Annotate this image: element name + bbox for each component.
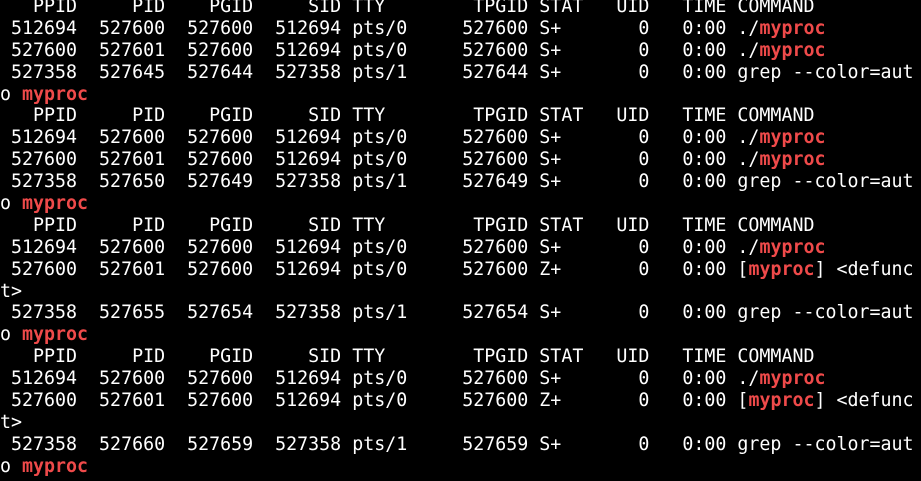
terminal-text: 512694 527600 527600 512694 pts/0 527600… [0,127,760,149]
terminal-text: o [0,193,23,215]
terminal-line: PPID PID PGID SID TTY TPGID STAT UID TIM… [0,215,921,237]
terminal-line: t> [0,412,921,434]
grep-match-highlight: myproc [22,324,89,346]
terminal-line: 527358 527660 527659 527358 pts/1 527659… [0,434,921,456]
terminal-text: 527358 527660 527659 527358 pts/1 527659… [0,433,914,455]
terminal-text: 527600 527601 527600 512694 pts/0 527600… [0,39,760,61]
terminal-line: t> [0,281,921,303]
grep-match-highlight: myproc [759,127,826,149]
terminal-text: ] <defunc [814,390,914,412]
terminal-text: 512694 527600 527600 512694 pts/0 527600… [0,236,760,258]
terminal-line: PPID PID PGID SID TTY TPGID STAT UID TIM… [0,0,921,18]
terminal-line: 527358 527655 527654 527358 pts/1 527654… [0,302,921,324]
terminal-text: t> [0,411,23,433]
grep-match-highlight: myproc [759,368,826,390]
terminal-line: o myproc [0,324,921,346]
terminal-text: o [0,83,23,105]
terminal-text: PPID PID PGID SID TTY TPGID STAT UID TIM… [0,0,815,17]
terminal-text: 527600 527601 527600 512694 pts/0 527600… [0,258,749,280]
terminal-line: 512694 527600 527600 512694 pts/0 527600… [0,237,921,259]
terminal-text: 512694 527600 527600 512694 pts/0 527600… [0,368,760,390]
grep-match-highlight: myproc [759,39,826,61]
terminal-text: 527600 527601 527600 512694 pts/0 527600… [0,390,749,412]
terminal-line: 512694 527600 527600 512694 pts/0 527600… [0,368,921,390]
terminal-line: PPID PID PGID SID TTY TPGID STAT UID TIM… [0,346,921,368]
terminal-line: 527600 527601 527600 512694 pts/0 527600… [0,149,921,171]
terminal-line: o myproc [0,84,921,106]
terminal-text: o [0,324,23,346]
grep-match-highlight: myproc [22,455,89,477]
grep-match-highlight: myproc [22,83,89,105]
terminal-line: 527600 527601 527600 512694 pts/0 527600… [0,40,921,62]
terminal-line: 527358 527645 527644 527358 pts/1 527644… [0,62,921,84]
terminal-line: PPID PID PGID SID TTY TPGID STAT UID TIM… [0,105,921,127]
terminal-text: o [0,455,23,477]
grep-match-highlight: myproc [22,193,89,215]
terminal-line: 512694 527600 527600 512694 pts/0 527600… [0,127,921,149]
terminal-text: 512694 527600 527600 512694 pts/0 527600… [0,17,760,39]
grep-match-highlight: myproc [759,149,826,171]
terminal-line: o myproc [0,193,921,215]
terminal-text: ] <defunc [814,258,914,280]
terminal-text: 527600 527601 527600 512694 pts/0 527600… [0,149,760,171]
grep-match-highlight: myproc [759,236,826,258]
terminal-text: PPID PID PGID SID TTY TPGID STAT UID TIM… [0,346,815,368]
terminal-line: 527358 527650 527649 527358 pts/1 527649… [0,171,921,193]
grep-match-highlight: myproc [748,390,815,412]
terminal-text: 527358 527645 527644 527358 pts/1 527644… [0,61,914,83]
terminal-text: 527358 527650 527649 527358 pts/1 527649… [0,171,914,193]
terminal-text: PPID PID PGID SID TTY TPGID STAT UID TIM… [0,105,815,127]
terminal-line: 512694 527600 527600 512694 pts/0 527600… [0,18,921,40]
terminal-text: 527358 527655 527654 527358 pts/1 527654… [0,302,914,324]
terminal-line: o myproc [0,456,921,477]
terminal-text: PPID PID PGID SID TTY TPGID STAT UID TIM… [0,214,815,236]
grep-match-highlight: myproc [759,17,826,39]
terminal-line: 527600 527601 527600 512694 pts/0 527600… [0,259,921,281]
terminal-output[interactable]: PPID PID PGID SID TTY TPGID STAT UID TIM… [0,0,921,477]
terminal-line: 527600 527601 527600 512694 pts/0 527600… [0,390,921,412]
grep-match-highlight: myproc [748,258,815,280]
terminal-text: t> [0,280,23,302]
